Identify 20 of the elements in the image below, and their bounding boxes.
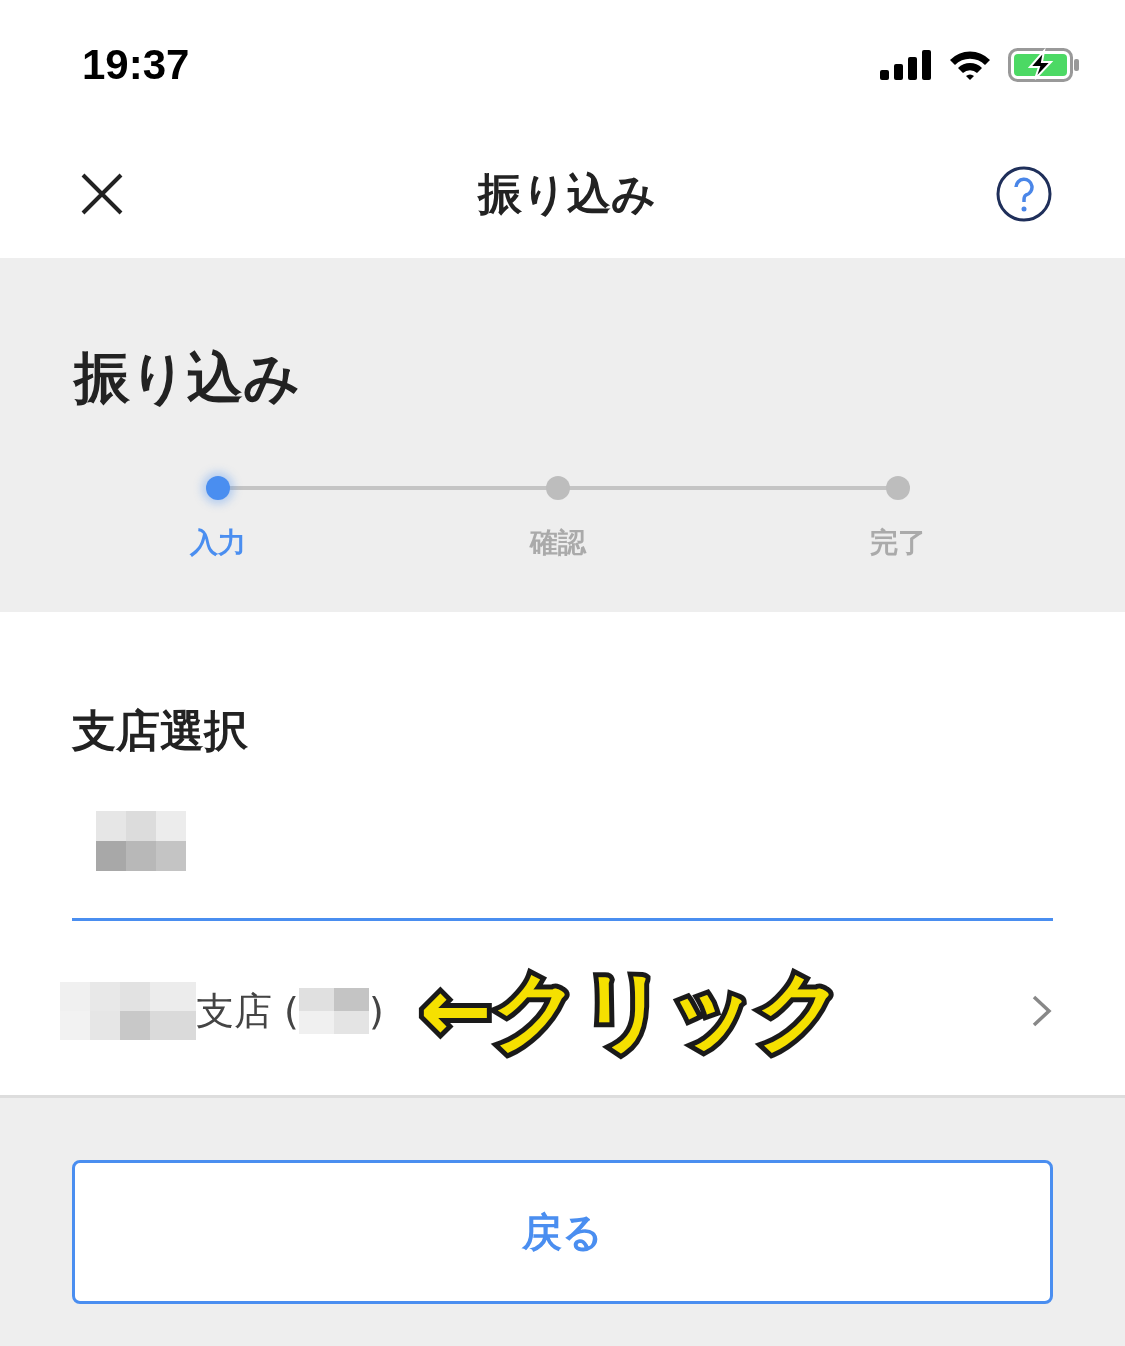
chevron-icon — [1031, 994, 1053, 1028]
step-label: 入力 — [190, 525, 246, 561]
help-button[interactable] — [995, 165, 1053, 223]
status-time: 19:37 — [82, 41, 190, 89]
signal-icon — [880, 50, 932, 80]
close-icon — [80, 172, 124, 216]
battery-icon — [1008, 48, 1080, 82]
page-title: 振り込み — [74, 350, 301, 406]
step-label: 完了 — [870, 525, 926, 561]
closing-paren: ) — [368, 989, 384, 1033]
wifi-icon — [948, 49, 992, 81]
branch-field[interactable] — [72, 811, 1053, 921]
help-icon — [995, 165, 1053, 223]
annotation-text: ←クリック — [419, 958, 844, 1062]
section-label: 支店選択 — [72, 704, 249, 758]
step-label: 確認 — [530, 525, 586, 561]
mosaic-blur — [298, 988, 369, 1034]
branch-name: 支店 ( — [196, 987, 299, 1035]
branch-row[interactable]: 支店 ( ) ←クリック — [60, 921, 1053, 1101]
screen-title: 振り込み — [477, 166, 656, 221]
